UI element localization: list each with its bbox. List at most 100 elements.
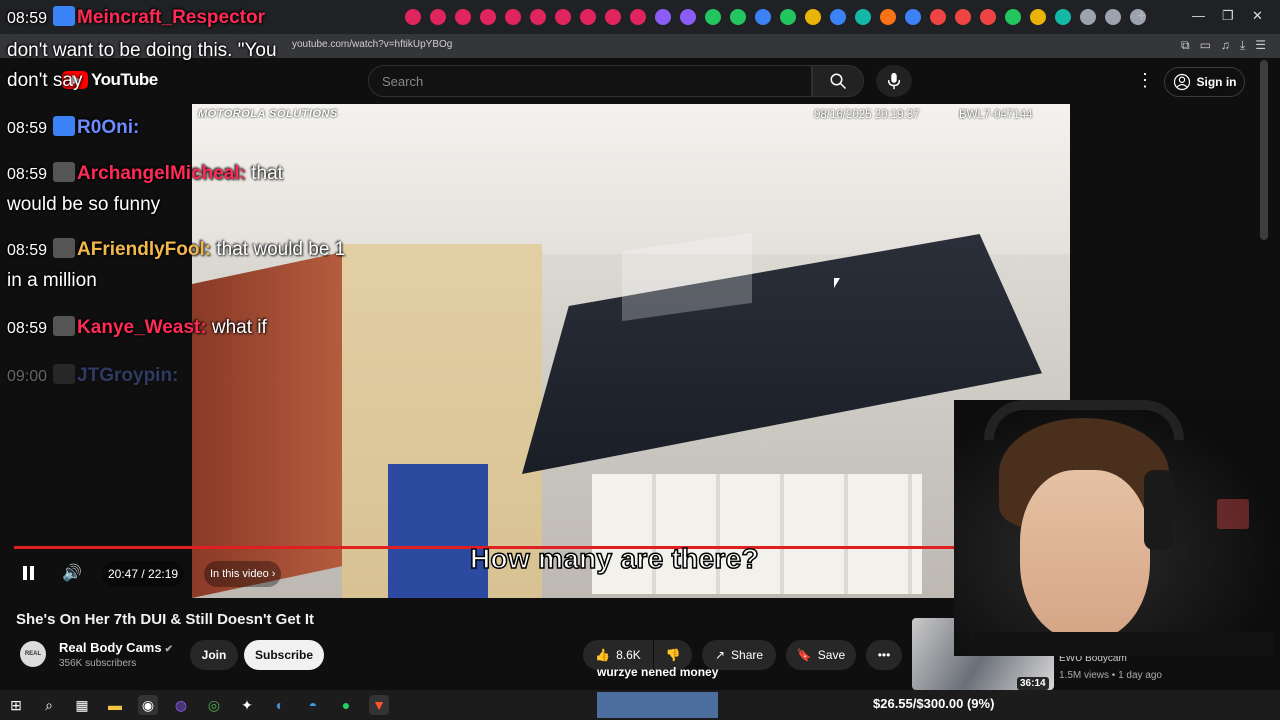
chat-username: JTGroypin: <box>77 365 179 386</box>
thumbs-up-icon: 👍 <box>595 648 611 662</box>
save-label: Save <box>817 648 846 662</box>
steam-icon[interactable]: ◐ <box>270 695 290 715</box>
tab-favicon-icon[interactable] <box>1105 9 1121 25</box>
tab-favicon-icon[interactable] <box>905 9 921 25</box>
download-icon[interactable]: ⤓ <box>1240 38 1245 53</box>
app-icon[interactable]: ✦ <box>237 695 257 715</box>
brave-icon[interactable]: ▼ <box>369 695 389 715</box>
channel-avatar[interactable]: REAL <box>20 641 46 667</box>
tab-favicon-icon[interactable] <box>955 9 971 25</box>
tab-favicon-icon[interactable] <box>1030 9 1046 25</box>
tab-favicon-icon[interactable] <box>1080 9 1096 25</box>
tab-favicon-icon[interactable] <box>755 9 771 25</box>
chat-timestamp: 08:59 <box>7 166 48 183</box>
channel-name[interactable]: Real Body Cams ✔ <box>59 640 173 655</box>
chat-badge-icon <box>53 364 76 384</box>
tab-favicon-icon[interactable] <box>805 9 821 25</box>
tab-favicon-icon[interactable] <box>705 9 721 25</box>
bookmark-icon: 🔖 <box>796 648 812 662</box>
volume-icon[interactable]: 🔊 <box>62 563 82 583</box>
donation-text: wurzye nened money <box>597 665 719 679</box>
chat-timestamp: 09:00 <box>7 368 48 385</box>
menu-icon[interactable]: ☰ <box>1255 38 1266 53</box>
extension-icons: ⧉ ▭ ♫ ⤓ ☰ <box>1181 38 1266 53</box>
youtube-logo[interactable]: YouTube <box>62 70 158 90</box>
channel-name-text: Real Body Cams <box>59 640 162 655</box>
webcam-face <box>1020 470 1150 640</box>
search-icon[interactable]: ⌕ <box>39 695 59 715</box>
tab-favicon-icon[interactable] <box>1005 9 1021 25</box>
chrome-icon[interactable]: ◎ <box>204 695 224 715</box>
tab-favicon-icon[interactable] <box>655 9 671 25</box>
tab-favicon-icon[interactable] <box>505 9 521 25</box>
minimize-button[interactable]: — <box>1192 8 1205 23</box>
microphone-icon <box>887 72 901 90</box>
sidebar-icon[interactable]: ▭ <box>1200 38 1211 53</box>
tab-favicon-icon[interactable] <box>605 9 621 25</box>
edge-icon[interactable]: ◓ <box>303 695 323 715</box>
chat-text: in a million <box>7 270 97 291</box>
pause-icon[interactable] <box>21 565 37 581</box>
chat-username: R0Oni: <box>77 117 140 138</box>
tab-favicon-icon[interactable] <box>930 9 946 25</box>
tab-favicon-icon[interactable] <box>580 9 596 25</box>
windows-start-icon[interactable]: ⊞ <box>6 695 26 715</box>
search-button[interactable] <box>812 65 864 97</box>
chapter-button[interactable]: In this video › <box>204 561 282 587</box>
tab-favicon-icon[interactable] <box>405 9 421 25</box>
chat-message: in a million <box>7 270 97 292</box>
tab-favicon-icon[interactable] <box>630 9 646 25</box>
sign-in-label: Sign in <box>1196 75 1237 89</box>
tab-favicon-list <box>405 9 1146 25</box>
tab-favicon-icon[interactable] <box>855 9 871 25</box>
more-options-icon[interactable]: ⋮ <box>1136 70 1154 91</box>
tab-favicon-icon[interactable] <box>480 9 496 25</box>
video-subtitle: How many are there? <box>469 542 759 575</box>
video-player[interactable]: MOTOROLA SOLUTIONS 08/16/2025 20:19:37 B… <box>192 104 1070 598</box>
headphone-earcup <box>1144 470 1174 550</box>
spotify-icon[interactable]: ● <box>336 695 356 715</box>
tab-favicon-icon[interactable] <box>430 9 446 25</box>
chat-badge-icon <box>53 238 76 258</box>
restore-button[interactable]: ❐ <box>1222 8 1234 24</box>
tab-favicon-icon[interactable] <box>555 9 571 25</box>
discord-icon[interactable]: ◍ <box>171 695 191 715</box>
close-window-button[interactable]: ✕ <box>1252 8 1263 24</box>
youtube-header: YouTube Search ⋮ Sign in <box>0 58 1280 104</box>
recommended-video-meta: 1.5M views • 1 day ago <box>1059 670 1162 681</box>
file-explorer-icon[interactable]: ▬ <box>105 695 125 715</box>
search-placeholder: Search <box>382 74 424 89</box>
obs-icon[interactable]: ◉ <box>138 695 158 715</box>
voice-search-button[interactable] <box>876 65 912 97</box>
video-frame-ceiling <box>192 104 1070 254</box>
tab-favicon-icon[interactable] <box>980 9 996 25</box>
page-scrollbar[interactable] <box>1260 60 1268 240</box>
tab-favicon-icon[interactable] <box>730 9 746 25</box>
puzzle-icon[interactable]: ⧉ <box>1181 38 1190 53</box>
share-icon: ↗ <box>714 648 726 662</box>
save-button[interactable]: 🔖 Save <box>786 640 856 670</box>
subscribe-watermark[interactable] <box>1217 499 1249 529</box>
share-label: Share <box>731 648 764 662</box>
chat-timestamp: 08:59 <box>7 242 48 259</box>
new-tab-button[interactable]: + <box>1137 8 1146 26</box>
join-button[interactable]: Join <box>190 640 238 670</box>
tab-favicon-icon[interactable] <box>455 9 471 25</box>
tab-favicon-icon[interactable] <box>830 9 846 25</box>
sign-in-button[interactable]: Sign in <box>1164 67 1245 97</box>
video-title: She's On Her 7th DUI & Still Doesn't Get… <box>16 611 315 628</box>
tab-favicon-icon[interactable] <box>780 9 796 25</box>
tab-favicon-icon[interactable] <box>530 9 546 25</box>
tab-favicon-icon[interactable] <box>1055 9 1071 25</box>
playlist-icon[interactable]: ♫ <box>1221 38 1230 53</box>
more-actions-button[interactable]: ••• <box>866 640 902 670</box>
donation-goal-fill <box>597 692 719 718</box>
tab-favicon-icon[interactable] <box>680 9 696 25</box>
task-view-icon[interactable]: ▦ <box>72 695 92 715</box>
url-text[interactable]: youtube.com/watch?v=hftikUpYBOg <box>292 39 452 50</box>
donation-goal-text: $26.55/$300.00 (9%) <box>873 696 995 711</box>
chat-badge-icon <box>53 116 76 136</box>
subscribe-button[interactable]: Subscribe <box>244 640 324 670</box>
search-input[interactable]: Search <box>368 65 812 97</box>
tab-favicon-icon[interactable] <box>880 9 896 25</box>
